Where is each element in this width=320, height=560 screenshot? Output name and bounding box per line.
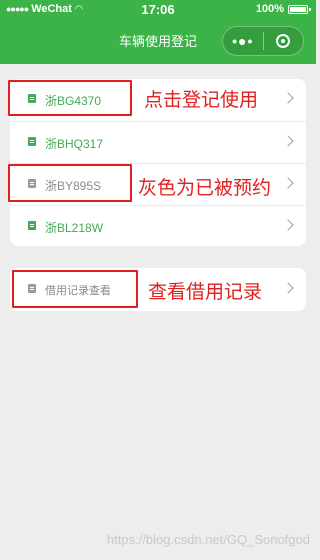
status-bar: ●●●●● WeChat ◠ 17:06 100%: [0, 0, 316, 20]
chevron-right-icon: [282, 92, 294, 104]
vehicle-plate: 浙BL218W: [45, 221, 104, 235]
chevron-right-icon: [282, 219, 294, 231]
miniprogram-capsule: •●•: [222, 26, 304, 56]
annotation-text-2: 灰色为已被预约: [138, 178, 272, 199]
annotation-box-3: [12, 270, 138, 308]
battery-percent: 100%: [255, 3, 284, 15]
document-icon: [28, 221, 36, 230]
annotation-box-2: [8, 164, 132, 202]
target-icon: [276, 34, 291, 48]
annotation-text-3: 查看借用记录: [148, 282, 263, 303]
annotation-box-1: [8, 80, 132, 116]
nav-bar: 车辆使用登记 •●•: [0, 20, 316, 64]
status-right: 100%: [255, 3, 311, 15]
top-bar: ●●●●● WeChat ◠ 17:06 100% 车辆使用登记 •●•: [0, 0, 316, 64]
chevron-right-icon: [282, 282, 294, 294]
watermark: https://blog.csdn.net/GQ_Sonofgod: [106, 532, 310, 547]
document-icon: [28, 137, 36, 146]
chevron-right-icon: [282, 135, 294, 147]
annotation-text-1: 点击登记使用: [144, 90, 259, 111]
more-menu-icon[interactable]: •●•: [223, 33, 263, 49]
chevron-right-icon: [282, 177, 294, 189]
vehicle-row-4[interactable]: 浙BL218W: [10, 205, 306, 247]
vehicle-plate: 浙BHQ317: [45, 137, 104, 151]
vehicle-row-2[interactable]: 浙BHQ317: [10, 121, 306, 163]
close-miniprogram-button[interactable]: [263, 34, 303, 48]
battery-icon: [288, 4, 311, 14]
